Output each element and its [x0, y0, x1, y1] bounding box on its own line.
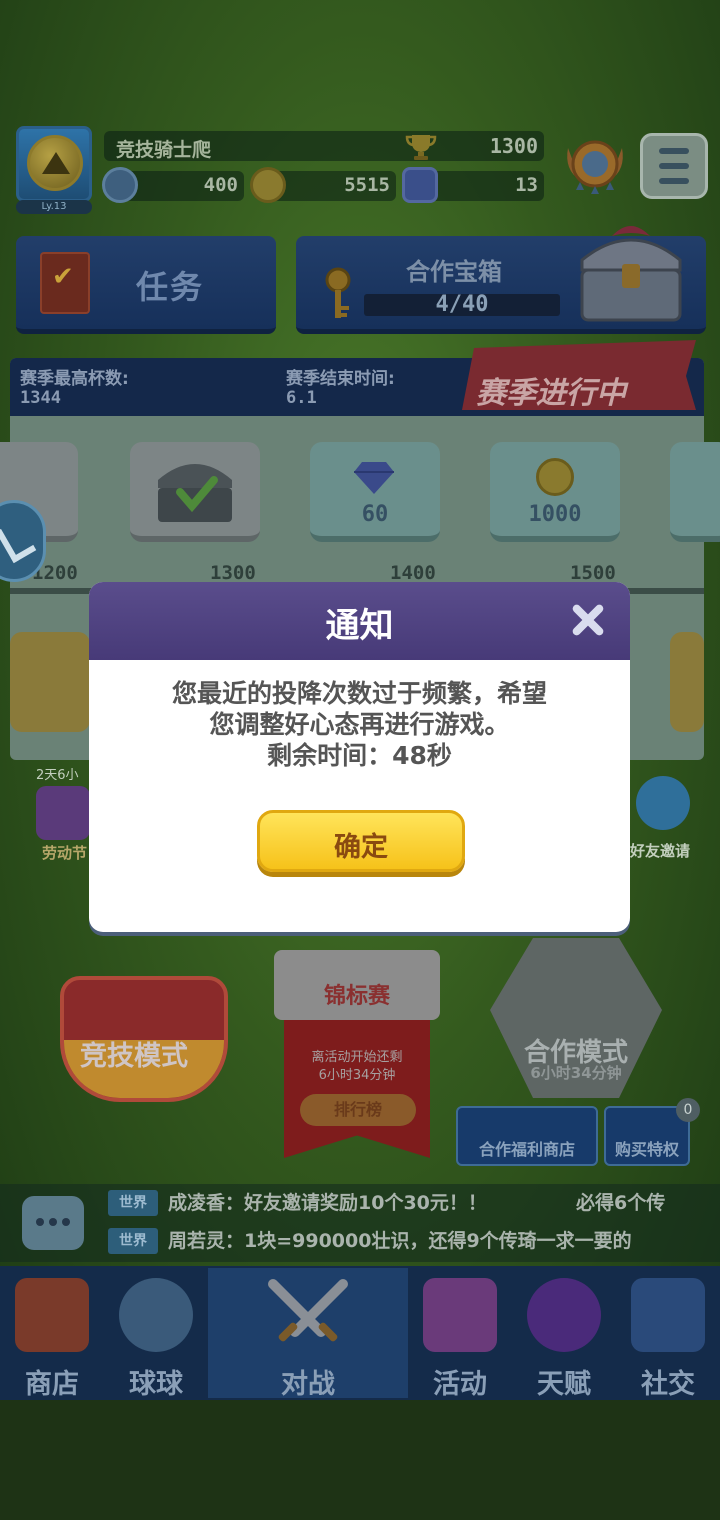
dialog-message-line: 您调整好心态再进行游戏。 [209, 710, 510, 739]
confirm-button[interactable]: 确定 [257, 810, 465, 872]
ranked-mode-label: 竞技模式 [80, 1041, 188, 1072]
dialog-message-line: 您最近的投降次数过于频繁，希望 [171, 679, 547, 708]
confirm-button-label: 确定 [334, 832, 388, 863]
screen-bottom-area [0, 1400, 720, 1520]
dialog-header: 通知 [89, 582, 630, 660]
game-background: Ly.13 竞技骑士爬 1300 400 5515 13 任务 [0, 0, 720, 1400]
dialog-title: 通知 [325, 606, 394, 646]
notice-dialog: 通知 您最近的投降次数过于频繁，希望 您调整好心态再进行游戏。 剩余时间：48秒… [89, 582, 630, 932]
dialog-countdown: 剩余时间：48秒 [267, 741, 452, 770]
dialog-message: 您最近的投降次数过于频繁，希望 您调整好心态再进行游戏。 剩余时间：48秒 [109, 678, 610, 771]
close-icon[interactable] [568, 600, 608, 640]
